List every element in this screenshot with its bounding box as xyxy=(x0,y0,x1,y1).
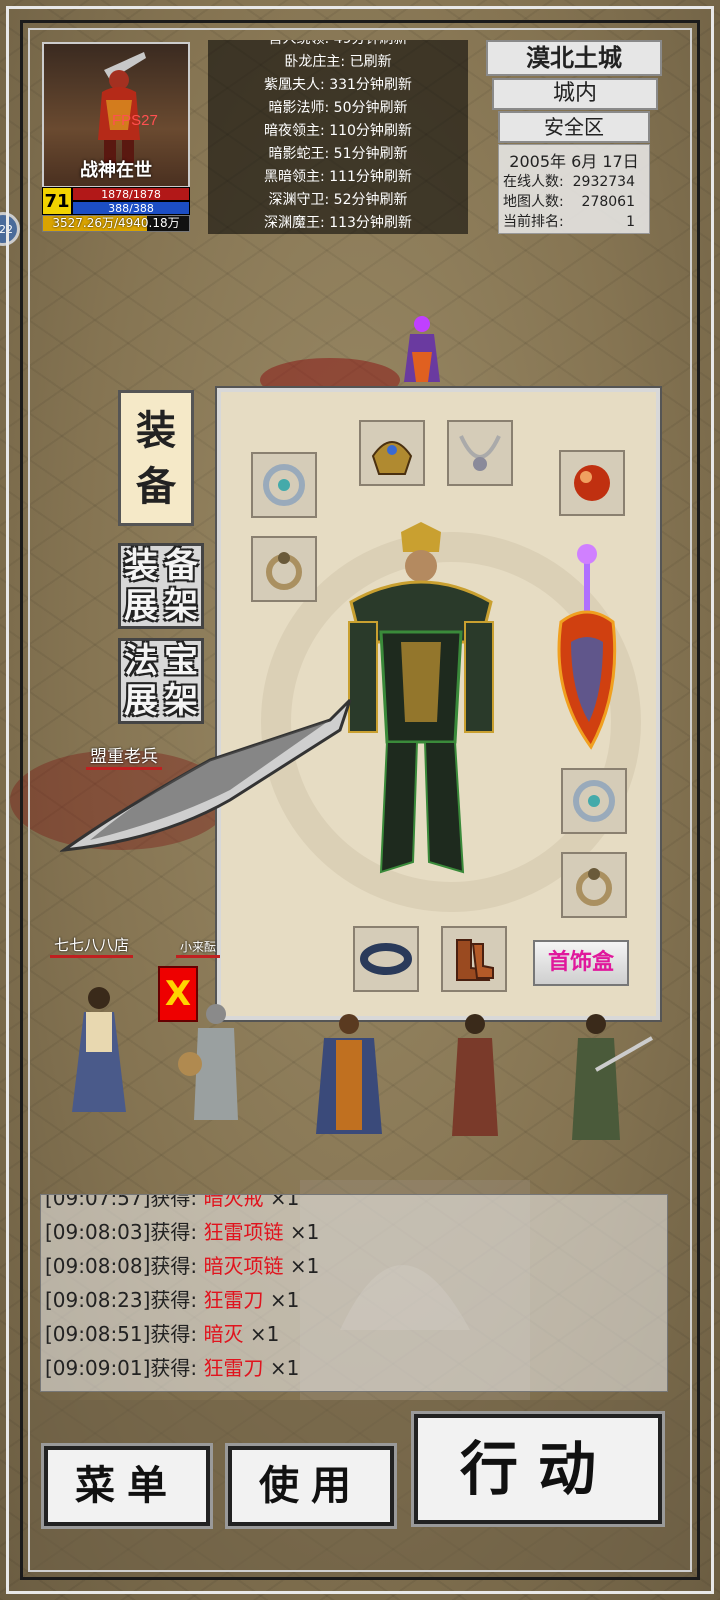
npc-sprite[interactable] xyxy=(440,1010,510,1145)
right-ring-slot[interactable] xyxy=(561,852,627,918)
log-item: 狂雷项链 xyxy=(203,1220,284,1244)
orb-icon xyxy=(574,465,610,501)
tab-equipment-shelf[interactable]: 装 备 展 架 xyxy=(118,543,204,629)
log-row: [09:08:23]获得: 狂雷刀 ×1 xyxy=(41,1283,667,1317)
helmet-slot[interactable] xyxy=(359,420,425,486)
log-time: [09:08:51]获得: xyxy=(45,1322,204,1346)
boss-timer-row: 暗影蛇王: 51分钟刷新 xyxy=(268,146,408,162)
helmet-icon xyxy=(371,441,413,475)
map-count-label: 地图人数: xyxy=(503,194,564,210)
tab-equipment-char: 备 xyxy=(136,464,176,510)
gem-slot[interactable] xyxy=(559,450,625,516)
log-item: 狂雷刀 xyxy=(203,1356,264,1380)
boots-slot[interactable] xyxy=(441,926,507,992)
boss-timer-row: 卧龙庄主: 已刷新 xyxy=(284,54,392,70)
distant-player-sprite[interactable] xyxy=(392,312,452,392)
exp-bar: 3527.26万/4940.18万 xyxy=(42,215,190,232)
boss-timer-row: 紫凰夫人: 331分钟刷新 xyxy=(264,77,412,93)
npc-small-tag[interactable]: 小来酝 xyxy=(176,938,221,958)
belt-icon xyxy=(360,943,412,975)
log-qty: ×1 xyxy=(243,1322,280,1346)
necklace-slot[interactable] xyxy=(447,420,513,486)
mp-bar: 388/388 xyxy=(72,201,190,215)
rank-label: 当前排名: xyxy=(503,214,564,230)
player-level: 71 xyxy=(42,187,72,215)
weapon-icon[interactable] xyxy=(541,542,631,752)
boss-timer-row: 兽人统领: 49分钟刷新 xyxy=(208,40,468,51)
log-row: [09:08:08]获得: 暗灭项链 ×1 xyxy=(41,1249,667,1283)
player-portrait[interactable]: FPS27 战神在世 xyxy=(42,42,190,188)
hp-bar: 1878/1878 xyxy=(72,187,190,201)
rank-value: 1 xyxy=(626,214,635,230)
map-count: 278061 xyxy=(581,194,635,210)
bracelet-icon xyxy=(263,464,305,506)
boss-timer-row: 暗夜领主: 110分钟刷新 xyxy=(264,123,412,139)
online-count: 2932734 xyxy=(572,174,635,190)
map-name: 漠北土城 xyxy=(486,40,662,76)
fps-counter: FPS27 xyxy=(112,112,158,129)
tab-char: 法 xyxy=(124,641,158,681)
ring-icon xyxy=(576,868,612,906)
right-bracelet-slot[interactable] xyxy=(561,768,627,834)
jewelry-box-button[interactable]: 首饰盒 xyxy=(533,940,629,986)
tab-char: 备 xyxy=(164,546,198,586)
exp-text: 3527.26万/4940.18万 xyxy=(52,216,180,230)
game-scene[interactable]: 22 FPS27 战神在世 71 1878/1878 388/388 3527.… xyxy=(0,0,720,1600)
log-qty: ×1 xyxy=(263,1288,300,1312)
npc-sprite[interactable] xyxy=(306,1010,392,1140)
boss-timer-row: 深渊守卫: 52分钟刷新 xyxy=(268,192,408,208)
zone-name: 安全区 xyxy=(498,111,650,143)
log-item: 暗灭 xyxy=(203,1322,244,1346)
tab-char: 架 xyxy=(164,586,198,626)
log-row: [09:07:57]获得: 暗灭戒 ×1 xyxy=(41,1194,667,1215)
left-ring-slot[interactable] xyxy=(251,536,317,602)
log-qty: ×1 xyxy=(263,1194,300,1210)
npc-sprite[interactable] xyxy=(64,982,134,1132)
npc-shop-tag[interactable]: 七七八八店 xyxy=(50,934,134,958)
online-label: 在线人数: xyxy=(503,174,564,190)
npc-sprite[interactable] xyxy=(176,1000,256,1130)
boss-timer-row: 暗影法师: 50分钟刷新 xyxy=(268,100,408,116)
boots-icon xyxy=(456,939,494,981)
log-qty: ×1 xyxy=(283,1254,320,1278)
tab-char: 装 xyxy=(124,546,158,586)
log-time: [09:08:03]获得: xyxy=(45,1220,204,1244)
left-bracelet-slot[interactable] xyxy=(251,452,317,518)
log-item: 狂雷刀 xyxy=(203,1288,264,1312)
area-name: 城内 xyxy=(492,78,658,110)
log-item: 暗灭项链 xyxy=(203,1254,284,1278)
log-row: [09:09:01]获得: 狂雷刀 ×1 xyxy=(41,1351,667,1385)
log-time: [09:07:57]获得: xyxy=(45,1194,204,1210)
action-button[interactable]: 行动 xyxy=(411,1411,665,1527)
npc-sprite[interactable] xyxy=(556,1010,656,1150)
menu-button[interactable]: 菜单 xyxy=(41,1443,213,1529)
boss-refresh-list[interactable]: 兽人统领: 49分钟刷新 卧龙庄主: 已刷新 紫凰夫人: 331分钟刷新 暗影法… xyxy=(208,40,468,234)
bracelet-icon xyxy=(573,780,615,822)
log-time: [09:08:23]获得: xyxy=(45,1288,204,1312)
player-name: 战神在世 xyxy=(80,160,152,181)
log-row: [09:08:03]获得: 狂雷项链 ×1 xyxy=(41,1215,667,1249)
log-time: [09:09:01]获得: xyxy=(45,1356,204,1380)
log-row: [09:08:51]获得: 暗灭 ×1 xyxy=(41,1317,667,1351)
use-button[interactable]: 使用 xyxy=(225,1443,397,1529)
boss-timer-row: 深渊魔王: 113分钟刷新 xyxy=(264,215,412,231)
log-qty: ×1 xyxy=(263,1356,300,1380)
belt-slot[interactable] xyxy=(353,926,419,992)
dropped-sword-sprite xyxy=(60,698,352,852)
log-qty: ×1 xyxy=(283,1220,320,1244)
tab-char: 宝 xyxy=(164,641,198,681)
server-stats: 2005年 6月 17日 在线人数: 2932734 地图人数: 278061 当前… xyxy=(498,144,650,234)
log-item: 暗灭戒 xyxy=(203,1194,264,1210)
necklace-icon xyxy=(459,435,501,471)
ring-icon xyxy=(266,552,302,590)
boss-timer-row: 黑暗领主: 111分钟刷新 xyxy=(264,169,412,185)
game-date: 2005年 6月 17日 xyxy=(509,152,639,171)
warrior-avatar-icon xyxy=(98,52,146,164)
tab-equipment-char: 装 xyxy=(136,408,176,454)
tab-equipment[interactable]: 装 备 xyxy=(118,390,194,526)
loot-log[interactable]: [09:07:57]获得: 暗灭戒 ×1 [09:08:03]获得: 狂雷项链 … xyxy=(40,1194,668,1392)
log-time: [09:08:08]获得: xyxy=(45,1254,204,1278)
tab-char: 展 xyxy=(124,586,158,626)
